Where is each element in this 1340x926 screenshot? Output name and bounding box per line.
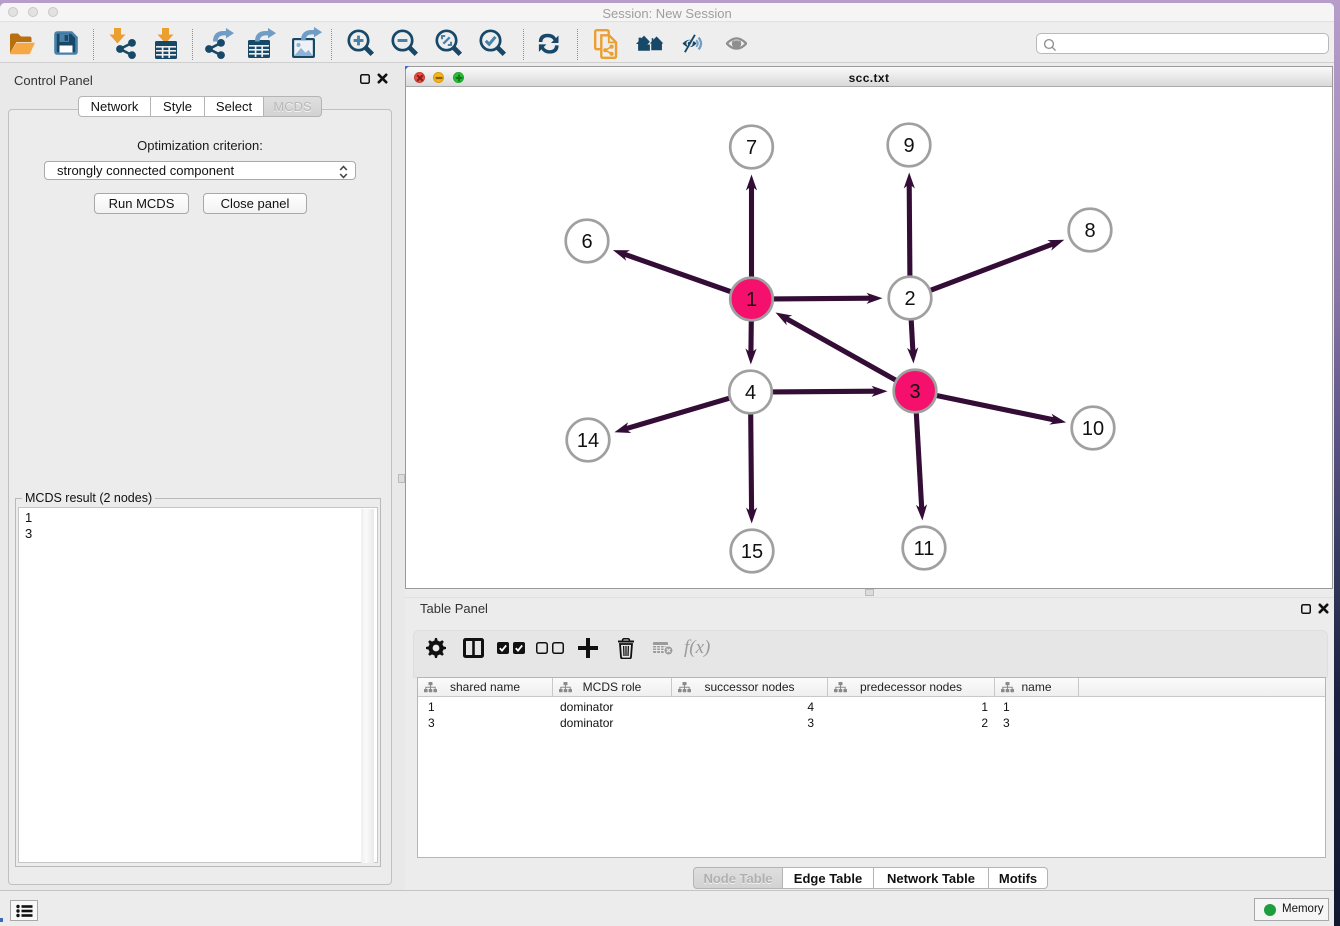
svg-text:14: 14 [577,430,599,452]
svg-text:3: 3 [909,381,920,403]
svg-text:1: 1 [746,289,757,311]
svg-text:2: 2 [904,288,915,310]
svg-text:10: 10 [1082,418,1104,440]
svg-text:15: 15 [741,541,763,563]
svg-text:11: 11 [914,538,935,560]
svg-text:9: 9 [903,135,914,157]
svg-text:4: 4 [745,382,756,404]
svg-text:8: 8 [1084,220,1095,242]
svg-text:f(x): f(x) [684,637,710,658]
svg-text:6: 6 [581,231,592,253]
svg-text:7: 7 [746,137,757,159]
